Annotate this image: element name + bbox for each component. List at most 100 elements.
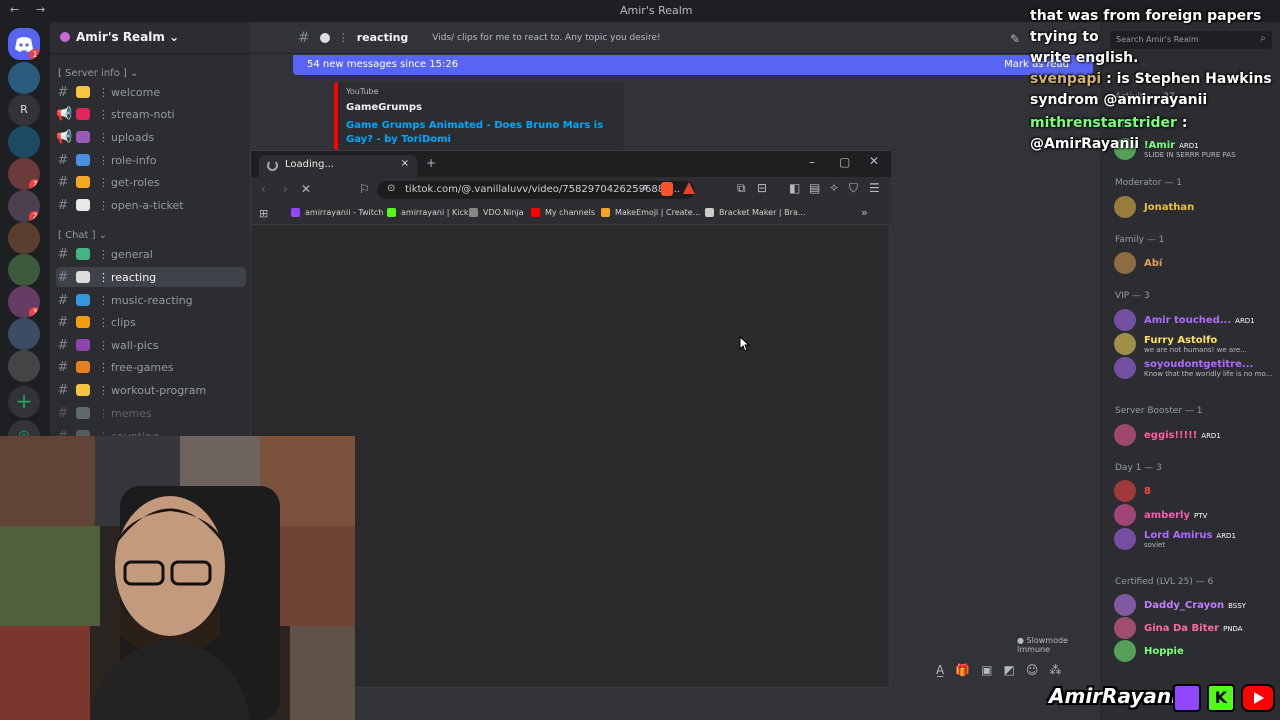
server-icon[interactable] [8, 254, 40, 286]
bookmark-item[interactable]: MakeEmoji | Create... [601, 208, 700, 217]
bookmark-item[interactable]: amirrayanii - Twitch [291, 208, 383, 217]
bookmark-favicon-icon [291, 208, 300, 217]
server-icon[interactable] [8, 62, 40, 94]
add-server-icon[interactable]: + [8, 386, 40, 418]
apps-icon[interactable]: ⁂ [1049, 663, 1061, 677]
server-icon[interactable] [8, 222, 40, 254]
bookmark-item[interactable]: amirrayani | Kick [387, 208, 468, 217]
category-chat[interactable]: [ Chat ] ⌄ [58, 230, 107, 241]
sticker-icon[interactable]: ◩ [1004, 663, 1015, 677]
member-row[interactable]: soyoudontgetitre... Know that the worldly… [1114, 355, 1276, 381]
channel-label: reacting [111, 270, 157, 284]
channel-role-info[interactable]: # ⋮ role-info [56, 150, 246, 170]
gift-icon[interactable]: 🎁 [955, 663, 970, 677]
server-header[interactable]: Amir's Realm ⌄ 👤 [50, 22, 274, 54]
mouse-cursor-icon [739, 336, 751, 352]
embed-author[interactable]: GameGrumps [346, 102, 616, 113]
site-info-icon[interactable]: ⊙ [387, 183, 395, 194]
bookmark-item[interactable]: Bracket Maker | Bra... [705, 208, 805, 217]
channel-music-reacting[interactable]: # ⋮ music-reacting [56, 290, 246, 310]
wallet-icon[interactable]: ▤ [809, 181, 820, 195]
apps-grid-icon[interactable]: ⊞ [259, 207, 268, 220]
sync-icon[interactable]: ⊟ [757, 181, 767, 195]
extensions-icon[interactable]: ⧉ [737, 181, 746, 196]
gif-icon[interactable]: ▣ [981, 663, 992, 677]
member-row[interactable]: 8 [1114, 478, 1276, 504]
forward-arrow-icon[interactable]: → [36, 3, 45, 16]
member-row[interactable]: Abí [1114, 250, 1276, 276]
role-tag: PTV [1194, 511, 1208, 520]
back-icon[interactable]: ‹ [261, 182, 266, 196]
back-arrow-icon[interactable]: ← [10, 3, 19, 16]
new-tab-icon[interactable]: + [426, 156, 436, 170]
brave-rewards-icon[interactable] [683, 182, 695, 194]
server-icon[interactable]: 7 [8, 158, 40, 190]
pin-icon[interactable]: ✎ [1010, 32, 1020, 46]
unread-badge: 1 [29, 49, 40, 60]
channel-general[interactable]: # ⋮ general [56, 244, 246, 264]
youtube-logo-icon [1241, 684, 1275, 712]
member-name: eggis!!!!! [1144, 429, 1198, 441]
sidebar-icon[interactable]: ◧ [789, 181, 800, 195]
member-group-header: Day 1 — 3 [1115, 463, 1162, 473]
member-row[interactable]: Jonathan [1114, 194, 1276, 220]
bookmark-item[interactable]: My channels [531, 208, 595, 217]
brave-shield-icon[interactable] [661, 182, 673, 196]
bookmark-item[interactable]: VDO.Ninja [469, 208, 524, 217]
category-server-info[interactable]: [ Server info ] ⌄ [58, 68, 138, 79]
server-icon[interactable] [8, 318, 40, 350]
bookmark-icon[interactable]: ⚐ [359, 182, 370, 196]
hash-icon: # [57, 405, 69, 421]
forward-icon[interactable]: › [283, 182, 288, 196]
channel-get-roles[interactable]: # ⋮ get-roles [56, 172, 246, 192]
member-row[interactable]: Hoppie [1114, 638, 1276, 664]
menu-icon[interactable]: ☰ [869, 181, 880, 195]
member-row[interactable]: Furry Astolfo we are not humans! we are..… [1114, 331, 1276, 357]
channel-welcome[interactable]: # ⋮ welcome [56, 82, 246, 102]
channel-free-games[interactable]: # ⋮ free-games [56, 357, 246, 377]
leo-ai-icon[interactable]: ✧ [829, 181, 839, 195]
channel-stream-noti[interactable]: 📢 ⋮ stream-noti [56, 104, 246, 124]
bookmark-favicon-icon [387, 208, 396, 217]
member-row[interactable]: Lord Amirus ARD1 soviet [1114, 526, 1276, 552]
new-messages-bar[interactable]: 54 new messages since 15:26 Mark as read [293, 55, 1093, 75]
chat-header: # ⋮ reacting Vids/ clips for me to react… [250, 22, 1100, 54]
server-icon[interactable]: 3 [8, 286, 40, 318]
channel-topic[interactable]: Vids/ clips for me to react to. Any topi… [432, 33, 660, 43]
avatar [1114, 424, 1136, 446]
minimize-icon[interactable]: – [809, 155, 815, 169]
emoji-icon[interactable]: ☺ [1026, 663, 1039, 677]
embed-title-link[interactable]: Game Grumps Animated - Does Bruno Mars i… [346, 119, 616, 147]
server-icon[interactable]: 2 [8, 190, 40, 222]
member-row[interactable]: Amir touched... ARD1 [1114, 307, 1276, 333]
hash-icon: # [57, 359, 69, 375]
member-row[interactable]: eggis!!!!! ARD1 [1114, 422, 1276, 448]
channel-workout-program[interactable]: # ⋮ workout-program [56, 380, 246, 400]
maximize-icon[interactable]: ▢ [839, 155, 850, 169]
channel-wall-pics[interactable]: # ⋮ wall-pics [56, 335, 246, 355]
discord-home-icon[interactable]: 1 [8, 28, 40, 60]
share-icon[interactable]: ⇗ [639, 181, 649, 195]
server-icon[interactable] [8, 126, 40, 158]
server-icon[interactable] [8, 350, 40, 382]
close-window-icon[interactable]: ✕ [869, 154, 879, 168]
channel-memes[interactable]: # ⋮ memes [56, 403, 246, 423]
new-messages-text: 54 new messages since 15:26 [307, 59, 459, 70]
server-badge-icon [60, 32, 70, 42]
member-row[interactable]: amberly PTV [1114, 502, 1276, 528]
browser-tab[interactable]: Loading... × [259, 155, 417, 177]
vpn-icon[interactable]: ⛉ [849, 181, 858, 196]
translate-icon[interactable]: A̲ [936, 663, 944, 677]
member-name: Furry Astolfo [1144, 334, 1218, 346]
channel-reacting[interactable]: # ⋮ reacting [56, 267, 246, 287]
channel-clips[interactable]: # ⋮ clips [56, 312, 246, 332]
avatar [1114, 196, 1136, 218]
more-bookmarks-icon[interactable]: » [861, 206, 868, 219]
channel-uploads[interactable]: 📢 ⋮ uploads [56, 127, 246, 147]
channel-open-a-ticket[interactable]: # ⋮ open-a-ticket [56, 195, 246, 215]
stop-icon[interactable]: ✕ [301, 182, 311, 196]
tab-close-icon[interactable]: × [401, 158, 409, 169]
browser-tab-strip: Loading... × + – ▢ ✕ [251, 151, 891, 177]
purple-emoji-icon [76, 131, 90, 143]
server-icon-r[interactable]: R [8, 94, 40, 126]
